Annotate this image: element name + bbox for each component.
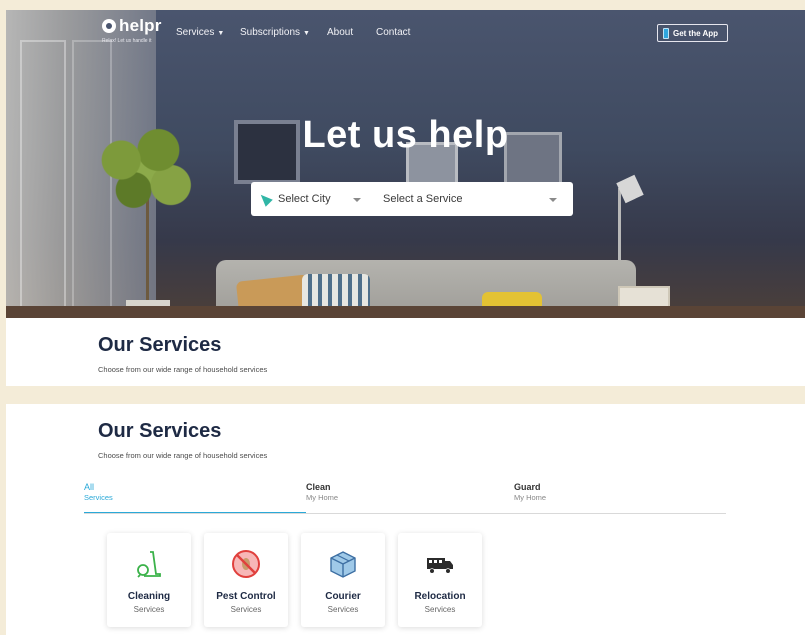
section-title: Our Services: [98, 334, 222, 356]
tab-subtitle: My Home: [306, 493, 339, 502]
nav-about[interactable]: About: [327, 27, 353, 38]
hero-floor: [6, 306, 805, 318]
logo[interactable]: helpr Relax! Let us handle it: [102, 16, 166, 50]
logo-text: helpr: [119, 16, 162, 35]
section-title: Our Services: [98, 420, 222, 442]
service-select[interactable]: Select a Service: [371, 182, 573, 216]
city-select[interactable]: Select City: [251, 182, 371, 216]
service-card-relocation[interactable]: Relocation Services: [398, 533, 482, 627]
chevron-down-icon: ▼: [217, 30, 225, 37]
truck-icon: [427, 558, 453, 574]
get-app-button[interactable]: Get the App: [657, 24, 728, 42]
service-card-cleaning[interactable]: Cleaning Services: [107, 533, 191, 627]
card-subtitle: Services: [133, 605, 165, 614]
card-subtitle: Services: [424, 605, 456, 614]
services-section: Our Services Choose from our wide range …: [6, 404, 805, 635]
tab-clean[interactable]: Clean My Home: [306, 482, 514, 513]
hero-title: Let us help: [302, 114, 509, 156]
package-icon: [330, 551, 356, 578]
logo-icon: [102, 19, 116, 33]
logo-tagline: Relax! Let us handle it: [102, 38, 152, 44]
card-subtitle: Services: [230, 605, 262, 614]
service-card-courier[interactable]: Courier Services: [301, 533, 385, 627]
card-title: Pest Control: [216, 591, 276, 602]
chevron-down-icon: [353, 198, 361, 202]
tab-guard[interactable]: Guard My Home: [514, 482, 726, 513]
nav-subscriptions[interactable]: Subscriptions ▼: [240, 27, 310, 38]
get-app-label: Get the App: [673, 28, 719, 38]
location-arrow-icon: [257, 191, 273, 207]
card-title: Courier: [325, 591, 361, 602]
search-bar: Select City Select a Service: [251, 182, 573, 216]
service-card-pest-control[interactable]: Pest Control Services: [204, 533, 288, 627]
city-select-label: Select City: [278, 193, 331, 205]
nav-services-label: Services: [176, 27, 215, 38]
tab-title: Guard: [514, 482, 541, 492]
chevron-down-icon: ▼: [303, 30, 310, 37]
phone-icon: [663, 27, 669, 39]
card-subtitle: Services: [327, 605, 359, 614]
services-header-preview: Our Services Choose from our wide range …: [6, 318, 805, 386]
tab-title: Clean: [306, 482, 331, 492]
no-pest-icon: [232, 550, 260, 578]
card-title: Relocation: [414, 591, 466, 602]
hero-banner: helpr Relax! Let us handle it Services ▼ …: [6, 10, 805, 318]
tab-title: All: [84, 482, 95, 492]
section-subtitle: Choose from our wide range of household …: [98, 365, 268, 374]
tab-all[interactable]: All Services: [84, 482, 306, 513]
section-subtitle: Choose from our wide range of household …: [98, 451, 268, 460]
service-tabs: All Services Clean My Home Guard My Home: [84, 482, 726, 514]
nav-services[interactable]: Services ▼: [176, 27, 224, 38]
card-title: Cleaning: [127, 591, 171, 602]
service-select-label: Select a Service: [383, 193, 463, 205]
top-nav: helpr Relax! Let us handle it Services ▼ …: [6, 10, 805, 54]
tab-subtitle: My Home: [514, 493, 547, 502]
tab-subtitle: Services: [84, 493, 113, 502]
nav-subscriptions-label: Subscriptions: [240, 27, 301, 38]
chevron-down-icon: [549, 198, 557, 202]
hero-door-panel: [20, 40, 66, 318]
nav-contact[interactable]: Contact: [376, 27, 410, 38]
vacuum-icon: [137, 551, 161, 578]
